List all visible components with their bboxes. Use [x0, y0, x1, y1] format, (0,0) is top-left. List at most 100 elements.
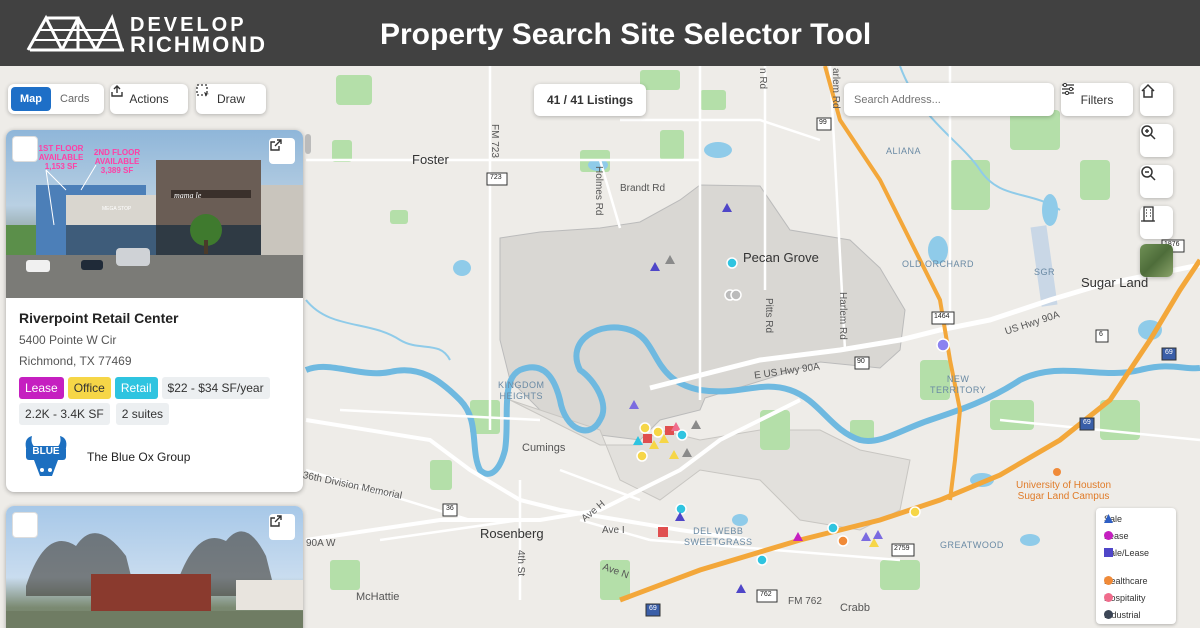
home-button[interactable] [1140, 83, 1173, 116]
zoom-in-button[interactable] [1140, 124, 1173, 157]
open-listing-button[interactable] [269, 514, 295, 540]
label-cumings: Cumings [522, 442, 566, 454]
label-rosenberg: Rosenberg [480, 526, 544, 541]
property-map[interactable]: Foster Pecan Grove Sugar Land ALIANA OLD… [0, 66, 1200, 628]
label-new-territory-line2: TERRITORY [930, 385, 987, 395]
label-crabb: Crabb [840, 602, 870, 614]
label-90a-w: 90A W [306, 538, 336, 549]
filter-sliders-icon [1062, 83, 1074, 95]
tag-price: $22 - $34 SF/year [161, 377, 270, 399]
external-link-icon [270, 515, 282, 527]
label-pecan-grove: Pecan Grove [743, 250, 819, 265]
develop-richmond-logo[interactable]: DEVELOP RICHMOND [26, 10, 286, 57]
marker-sale[interactable] [793, 532, 803, 541]
marker-lease[interactable] [726, 257, 738, 269]
shield-90-label: 90 [857, 358, 865, 365]
shield-2759-label: 2759 [894, 545, 910, 552]
circle-icon [1104, 531, 1113, 540]
legend-item-industrial: Industrial [1104, 610, 1141, 620]
marker-sale[interactable] [869, 538, 879, 547]
marker-sale[interactable] [873, 530, 883, 539]
external-link-icon [270, 139, 282, 151]
listing-title[interactable]: Riverpoint Retail Center [19, 310, 178, 326]
buildings-icon [1141, 206, 1155, 222]
home-icon [1141, 83, 1155, 98]
photo-storefront-text: MEGA STOP [102, 206, 132, 212]
triangle-icon [1104, 514, 1113, 523]
label-foster: Foster [412, 152, 449, 167]
shield-69-label-2: 69 [1083, 419, 1091, 426]
marker-lease[interactable] [675, 503, 687, 515]
marker-lease[interactable] [730, 289, 742, 301]
circle-icon [1104, 576, 1113, 585]
satellite-thumbnail[interactable] [1140, 244, 1173, 277]
card-list-scrollbar[interactable] [305, 134, 311, 154]
square-icon [1104, 548, 1113, 557]
tag-lease: Lease [19, 377, 64, 399]
marker-lease[interactable] [676, 429, 688, 441]
label-fm762: FM 762 [788, 596, 822, 607]
listing-photo[interactable]: mama le MEGA STOP 1ST FLOOR AVAILABLE 1,… [6, 130, 303, 298]
header-bar: DEVELOP RICHMOND Property Search Site Se… [0, 0, 1200, 66]
label-brandt-rd: Brandt Rd [620, 183, 666, 194]
label-old-orchard: OLD ORCHARD [902, 259, 975, 269]
zoom-out-icon [1141, 166, 1156, 181]
broker-name: The Blue Ox Group [87, 450, 191, 464]
marker-lease[interactable] [639, 422, 651, 434]
address-search[interactable] [844, 83, 1054, 116]
buildings-layer-button[interactable] [1140, 206, 1173, 239]
marker-sale[interactable] [736, 584, 746, 593]
legend-item-healthcare: Healthcare [1104, 576, 1148, 586]
marker-sale-lease[interactable] [658, 527, 668, 537]
select-checkbox[interactable] [12, 512, 38, 538]
shield-6-label: 6 [1099, 331, 1103, 338]
filters-button[interactable]: Filters [1061, 83, 1133, 116]
label-del-webb-line2: SWEETGRASS [684, 537, 753, 547]
broker-logo: BLUE [22, 434, 70, 480]
marker-lease[interactable] [756, 554, 768, 566]
shield-1464-label: 1464 [934, 313, 950, 320]
broker-logo-text: BLUE [32, 446, 60, 457]
shield-99-label: 99 [819, 119, 827, 126]
actions-button[interactable]: Actions [110, 84, 188, 114]
label-harlem-rd: Harlem Rd [837, 292, 848, 340]
label-aliana: ALIANA [886, 146, 922, 156]
label-sugar-land: Sugar Land [1081, 275, 1149, 290]
marker-healthcare[interactable] [837, 535, 849, 547]
listing-card[interactable] [6, 506, 303, 628]
marker-lease[interactable] [827, 522, 839, 534]
marker-sale-lease[interactable] [643, 434, 652, 443]
zoom-out-button[interactable] [1140, 165, 1173, 198]
draw-select-icon [196, 84, 209, 97]
marker-industrial[interactable] [691, 420, 701, 429]
tab-map[interactable]: Map [11, 87, 51, 111]
view-toggle[interactable]: Map Cards [8, 84, 104, 114]
tag-size: 2.2K - 3.4K SF [19, 403, 110, 425]
listing-tags: Lease Office Retail $22 - $34 SF/year [19, 377, 270, 399]
select-checkbox[interactable] [12, 136, 38, 162]
label-new-territory: NEW TERRITORY [930, 374, 986, 396]
label-4th-st: 4th St [515, 550, 526, 577]
listing-card[interactable]: mama le MEGA STOP 1ST FLOOR AVAILABLE 1,… [6, 130, 303, 492]
label-pitts-rd: Pitts Rd [763, 298, 774, 334]
marker-lease[interactable] [909, 506, 921, 518]
label-kingdom-heights: KINGDOM HEIGHTS [498, 380, 545, 402]
tag-office: Office [67, 377, 111, 399]
marker-lease[interactable] [636, 450, 648, 462]
search-input[interactable] [854, 93, 1044, 106]
filters-label: Filters [1080, 92, 1114, 107]
airport-runway [1030, 225, 1058, 307]
marker-lease[interactable] [652, 426, 664, 438]
shield-69-label: 69 [1165, 349, 1173, 356]
tab-cards[interactable]: Cards [51, 87, 98, 111]
bridge-icon [26, 14, 124, 52]
open-listing-button[interactable] [269, 138, 295, 164]
listing-photo[interactable] [6, 506, 303, 628]
marker-sale[interactable] [861, 532, 871, 541]
marker-lease[interactable] [936, 338, 950, 352]
label-kingdom-heights-line1: KINGDOM [498, 380, 545, 390]
shield-762-label: 762 [760, 591, 772, 598]
draw-button[interactable]: Draw [196, 84, 266, 114]
label-n-rd-top: n Rd [757, 68, 768, 90]
label-sgr: SGR [1034, 267, 1056, 277]
